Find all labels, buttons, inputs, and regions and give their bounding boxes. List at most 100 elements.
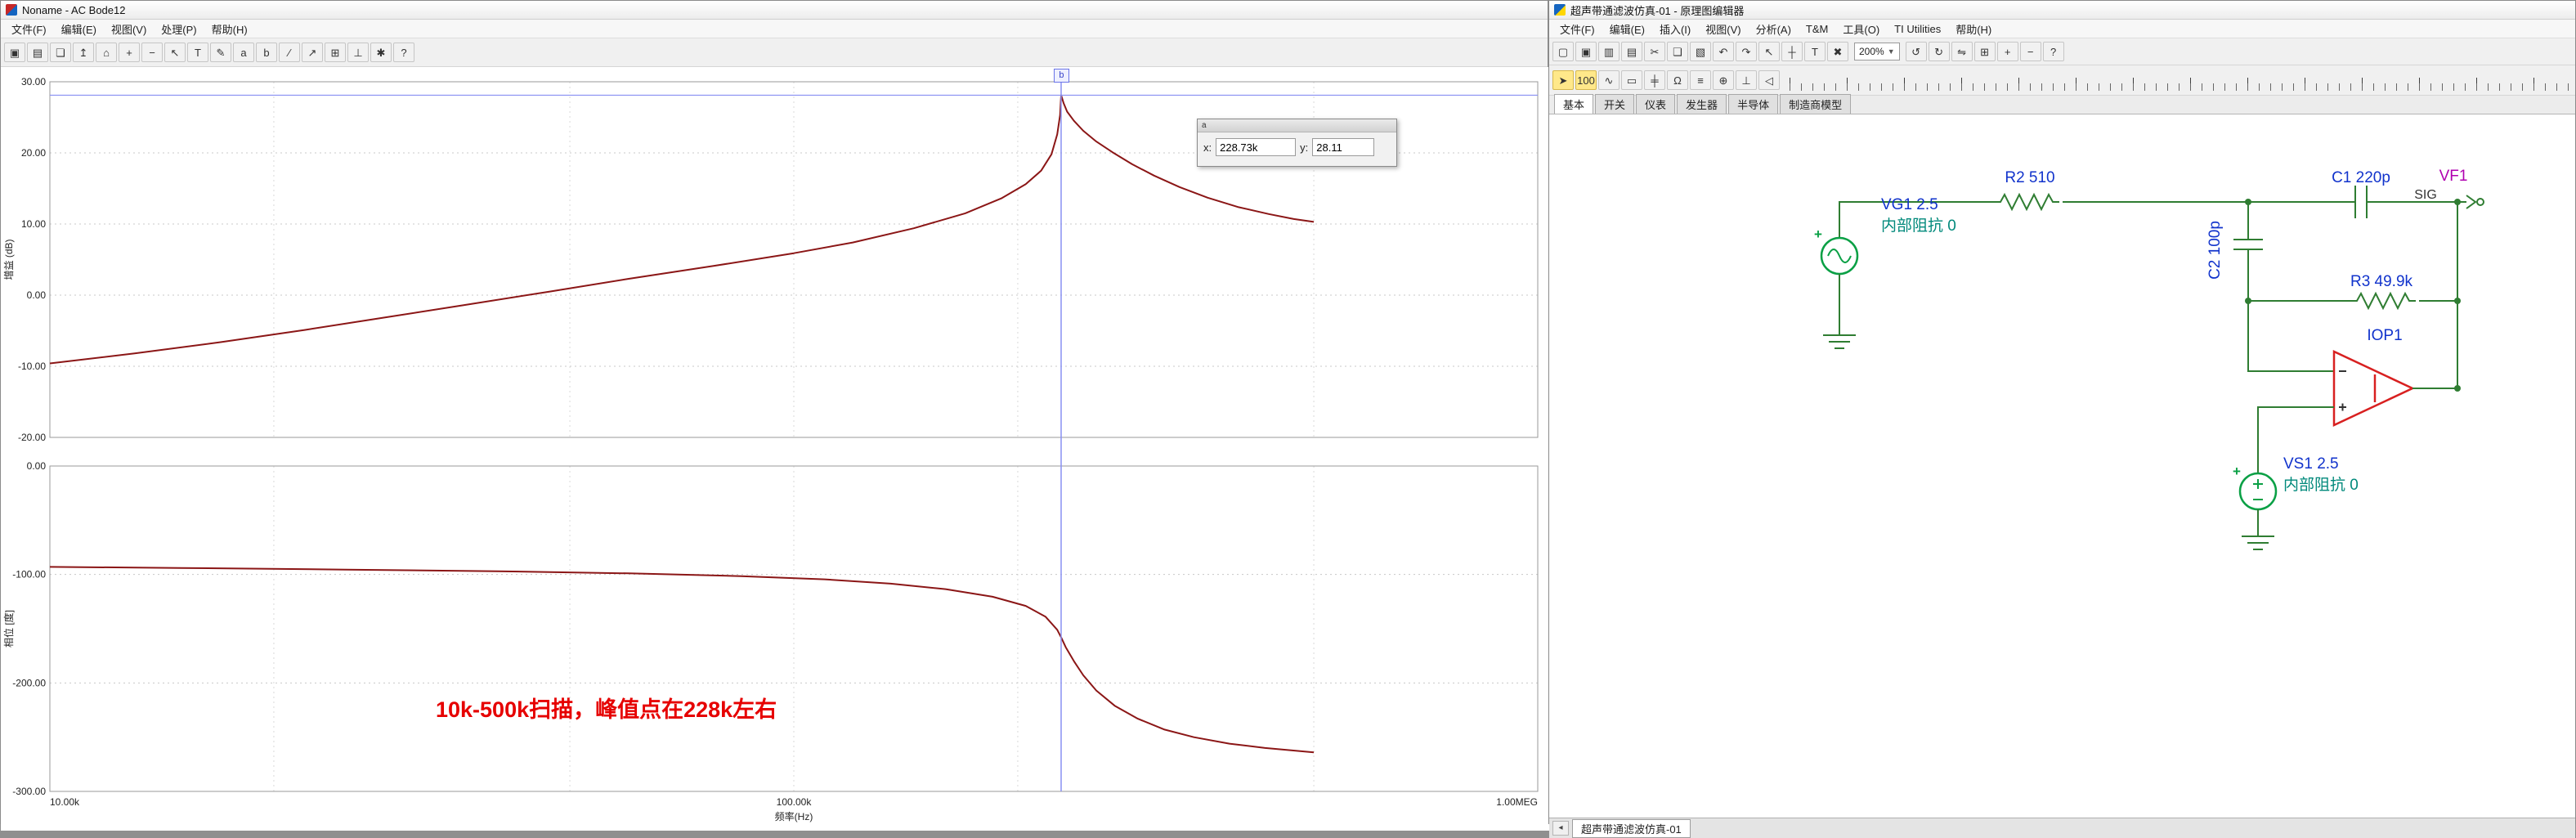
vf1-label: VF1 bbox=[2439, 168, 2468, 185]
copy-icon[interactable]: ❏ bbox=[50, 43, 71, 62]
meter-icon[interactable]: 100 bbox=[1575, 70, 1597, 90]
node-icon[interactable]: ⊕ bbox=[1713, 70, 1734, 90]
tab-制造商模型[interactable]: 制造商模型 bbox=[1780, 94, 1852, 114]
menu-item[interactable]: 工具(O) bbox=[1835, 20, 1887, 38]
menu-item[interactable]: 文件(F) bbox=[4, 20, 54, 38]
rotate-right-icon[interactable]: ↻ bbox=[1928, 42, 1950, 61]
resistor-r3[interactable]: R3 49.9k bbox=[2350, 273, 2416, 311]
ground-icon bbox=[2242, 536, 2274, 550]
delete-icon[interactable]: ✖ bbox=[1827, 42, 1848, 61]
cursor-readout-panel[interactable]: a x: y: bbox=[1197, 119, 1397, 167]
opamp-iop1[interactable]: IOP1 bbox=[2332, 327, 2415, 427]
y-tick-label: 10.00 bbox=[21, 218, 46, 230]
menu-item[interactable]: 编辑(E) bbox=[54, 20, 104, 38]
vg1-label: VG1 2.5 bbox=[1881, 196, 1938, 213]
grid-icon[interactable]: ⊞ bbox=[325, 43, 346, 62]
menu-item[interactable]: 处理(P) bbox=[154, 20, 204, 38]
schematic-canvas[interactable]: + VG1 2.5 内部阻抗 0 R2 510 C1 220p C2 100p … bbox=[1549, 114, 2575, 818]
menu-item[interactable]: TI Utilities bbox=[1887, 21, 1948, 37]
component-category-tabs: 基本 开关 仪表 发生器 半导体 制造商模型 bbox=[1549, 94, 2575, 114]
tab-半导体[interactable]: 半导体 bbox=[1728, 94, 1779, 114]
tab-基本[interactable]: 基本 bbox=[1554, 94, 1594, 114]
text-icon[interactable]: T bbox=[1804, 42, 1826, 61]
zoom-out-icon[interactable]: − bbox=[2019, 42, 2041, 61]
arrow-icon[interactable]: ↗ bbox=[302, 43, 323, 62]
save-icon[interactable]: ▣ bbox=[4, 43, 25, 62]
redo-icon[interactable]: ↷ bbox=[1736, 42, 1757, 61]
help-icon[interactable]: ? bbox=[2042, 42, 2064, 61]
new-icon[interactable]: ▢ bbox=[1552, 42, 1574, 61]
menu-item[interactable]: 插入(I) bbox=[1652, 20, 1698, 38]
cursor-y-value[interactable] bbox=[1312, 138, 1375, 156]
cursor-b-icon[interactable]: b bbox=[256, 43, 277, 62]
cut-icon[interactable]: ✂ bbox=[1644, 42, 1665, 61]
flip-icon[interactable]: ⇋ bbox=[1951, 42, 1973, 61]
tab-仪表[interactable]: 仪表 bbox=[1636, 94, 1676, 114]
capacitor-icon[interactable]: ╪ bbox=[1644, 70, 1665, 90]
sheet-scroll-left-icon[interactable]: ◂ bbox=[1552, 821, 1569, 836]
copy-icon[interactable]: ❏ bbox=[1667, 42, 1688, 61]
generator-icon[interactable]: ∿ bbox=[1598, 70, 1620, 90]
zoom-fit-icon[interactable]: ⌂ bbox=[96, 43, 117, 62]
cursor-top-marker[interactable]: b bbox=[1053, 69, 1069, 83]
print-icon[interactable]: ▤ bbox=[1621, 42, 1642, 61]
zoom-value: 200% bbox=[1859, 46, 1884, 57]
axes-icon[interactable]: ⊥ bbox=[347, 43, 369, 62]
export-icon[interactable]: ↥ bbox=[73, 43, 94, 62]
undo-icon[interactable]: ↶ bbox=[1713, 42, 1734, 61]
zoom-select[interactable]: 200% ▼ bbox=[1854, 43, 1900, 60]
cursor-a-icon[interactable]: a bbox=[233, 43, 254, 62]
rotate-left-icon[interactable]: ↺ bbox=[1905, 42, 1927, 61]
help-icon[interactable]: ? bbox=[393, 43, 414, 62]
capacitor-c1[interactable]: C1 220p bbox=[2332, 169, 2390, 218]
phase-curve bbox=[49, 566, 1315, 754]
vs1-impedance-label: 内部阻抗 0 bbox=[2283, 476, 2359, 494]
schematic-titlebar[interactable]: 超声带通滤波仿真-01 - 原理图编辑器 bbox=[1549, 1, 2575, 20]
menu-item[interactable]: 视图(V) bbox=[1698, 20, 1748, 38]
menu-item[interactable]: T&M bbox=[1799, 21, 1835, 37]
menu-item[interactable]: 视图(V) bbox=[104, 20, 154, 38]
tab-开关[interactable]: 开关 bbox=[1595, 94, 1635, 114]
ohm-icon[interactable]: Ω bbox=[1667, 70, 1688, 90]
capacitor-c2[interactable]: C2 100p bbox=[2206, 202, 2263, 301]
gain-curve bbox=[49, 94, 1315, 365]
resistor-icon[interactable]: ▭ bbox=[1621, 70, 1642, 90]
cursor-x-value[interactable] bbox=[1216, 138, 1297, 156]
paste-icon[interactable]: ▧ bbox=[1690, 42, 1711, 61]
line-icon[interactable]: ∕ bbox=[279, 43, 300, 62]
y-tick-label: -100.00 bbox=[12, 569, 46, 580]
bode-titlebar[interactable]: Noname - AC Bode12 bbox=[1, 1, 1548, 20]
zoom-in-icon[interactable]: + bbox=[119, 43, 140, 62]
menu-item[interactable]: 帮助(H) bbox=[1948, 20, 1999, 38]
sheet-tab[interactable]: 超声带通滤波仿真-01 bbox=[1572, 818, 1691, 838]
schematic-editor-window: 超声带通滤波仿真-01 - 原理图编辑器 文件(F) 编辑(E) 插入(I) 视图(V… bbox=[1548, 0, 2576, 838]
menu-item[interactable]: 文件(F) bbox=[1552, 20, 1602, 38]
pointer-icon[interactable]: ↖ bbox=[1758, 42, 1780, 61]
save-icon[interactable]: ▥ bbox=[1598, 42, 1620, 61]
wire-icon[interactable]: ┼ bbox=[1781, 42, 1803, 61]
text-icon[interactable]: T bbox=[187, 43, 208, 62]
y-tick-label: 20.00 bbox=[21, 147, 46, 159]
pointer-icon[interactable]: ↖ bbox=[164, 43, 186, 62]
ground-icon[interactable]: ⊥ bbox=[1736, 70, 1757, 90]
diode-icon[interactable]: ◁ bbox=[1758, 70, 1780, 90]
menu-item[interactable]: 编辑(E) bbox=[1602, 20, 1652, 38]
battery-icon[interactable]: ≡ bbox=[1690, 70, 1711, 90]
zoom-out-icon[interactable]: − bbox=[141, 43, 163, 62]
cursor-x-label: x: bbox=[1203, 141, 1212, 154]
open-icon[interactable]: ▣ bbox=[1575, 42, 1597, 61]
schematic-main-toolbar: ▢ ▣ ▥ ▤ ✂ ❏ ▧ ↶ ↷ ↖ ┼ T ✖ 200% ▼ ↺ ↻ ⇋ ⊞ + −? bbox=[1549, 38, 2575, 65]
y-tick-label: -10.00 bbox=[18, 361, 46, 372]
wire[interactable] bbox=[2247, 301, 2334, 372]
grid-icon[interactable]: ⊞ bbox=[1973, 42, 1996, 61]
menu-item[interactable]: 帮助(H) bbox=[204, 20, 255, 38]
zoom-in-icon[interactable]: + bbox=[1996, 42, 2018, 61]
print-icon[interactable]: ▤ bbox=[27, 43, 48, 62]
run-icon[interactable]: ➤ bbox=[1552, 70, 1574, 90]
menu-item[interactable]: 分析(A) bbox=[1749, 20, 1799, 38]
pen-icon[interactable]: ✎ bbox=[210, 43, 231, 62]
tab-发生器[interactable]: 发生器 bbox=[1677, 94, 1727, 114]
cursor-panel-title[interactable]: a bbox=[1198, 119, 1396, 132]
settings-icon[interactable]: ✱ bbox=[370, 43, 392, 62]
resistor-r2[interactable]: R2 510 bbox=[1997, 169, 2059, 212]
